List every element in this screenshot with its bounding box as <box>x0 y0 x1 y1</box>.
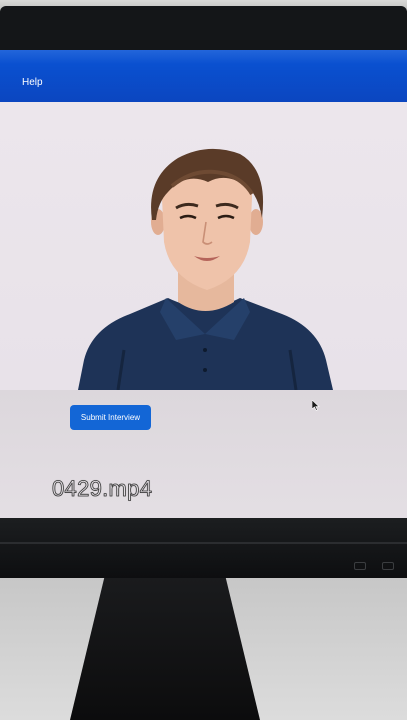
monitor-bottom-bezel <box>0 518 407 578</box>
mouse-cursor-icon <box>312 400 320 411</box>
nav-help-link[interactable]: Help <box>22 77 43 88</box>
action-area: Submit Interview 0429.mp4 <box>0 390 407 524</box>
screen: Help Submit Interview 0429.mp4 <box>0 50 407 524</box>
top-nav-bar: Help <box>0 50 407 102</box>
submit-interview-button[interactable]: Submit Interview <box>70 405 151 430</box>
monitor: Help Submit Interview 0429.mp4 <box>0 6 407 578</box>
monitor-control-button <box>354 562 366 570</box>
interviewee-portrait <box>78 148 333 390</box>
interview-video <box>0 102 407 390</box>
monitor-control-button <box>382 562 394 570</box>
video-filename-overlay: 0429.mp4 <box>52 476 153 502</box>
